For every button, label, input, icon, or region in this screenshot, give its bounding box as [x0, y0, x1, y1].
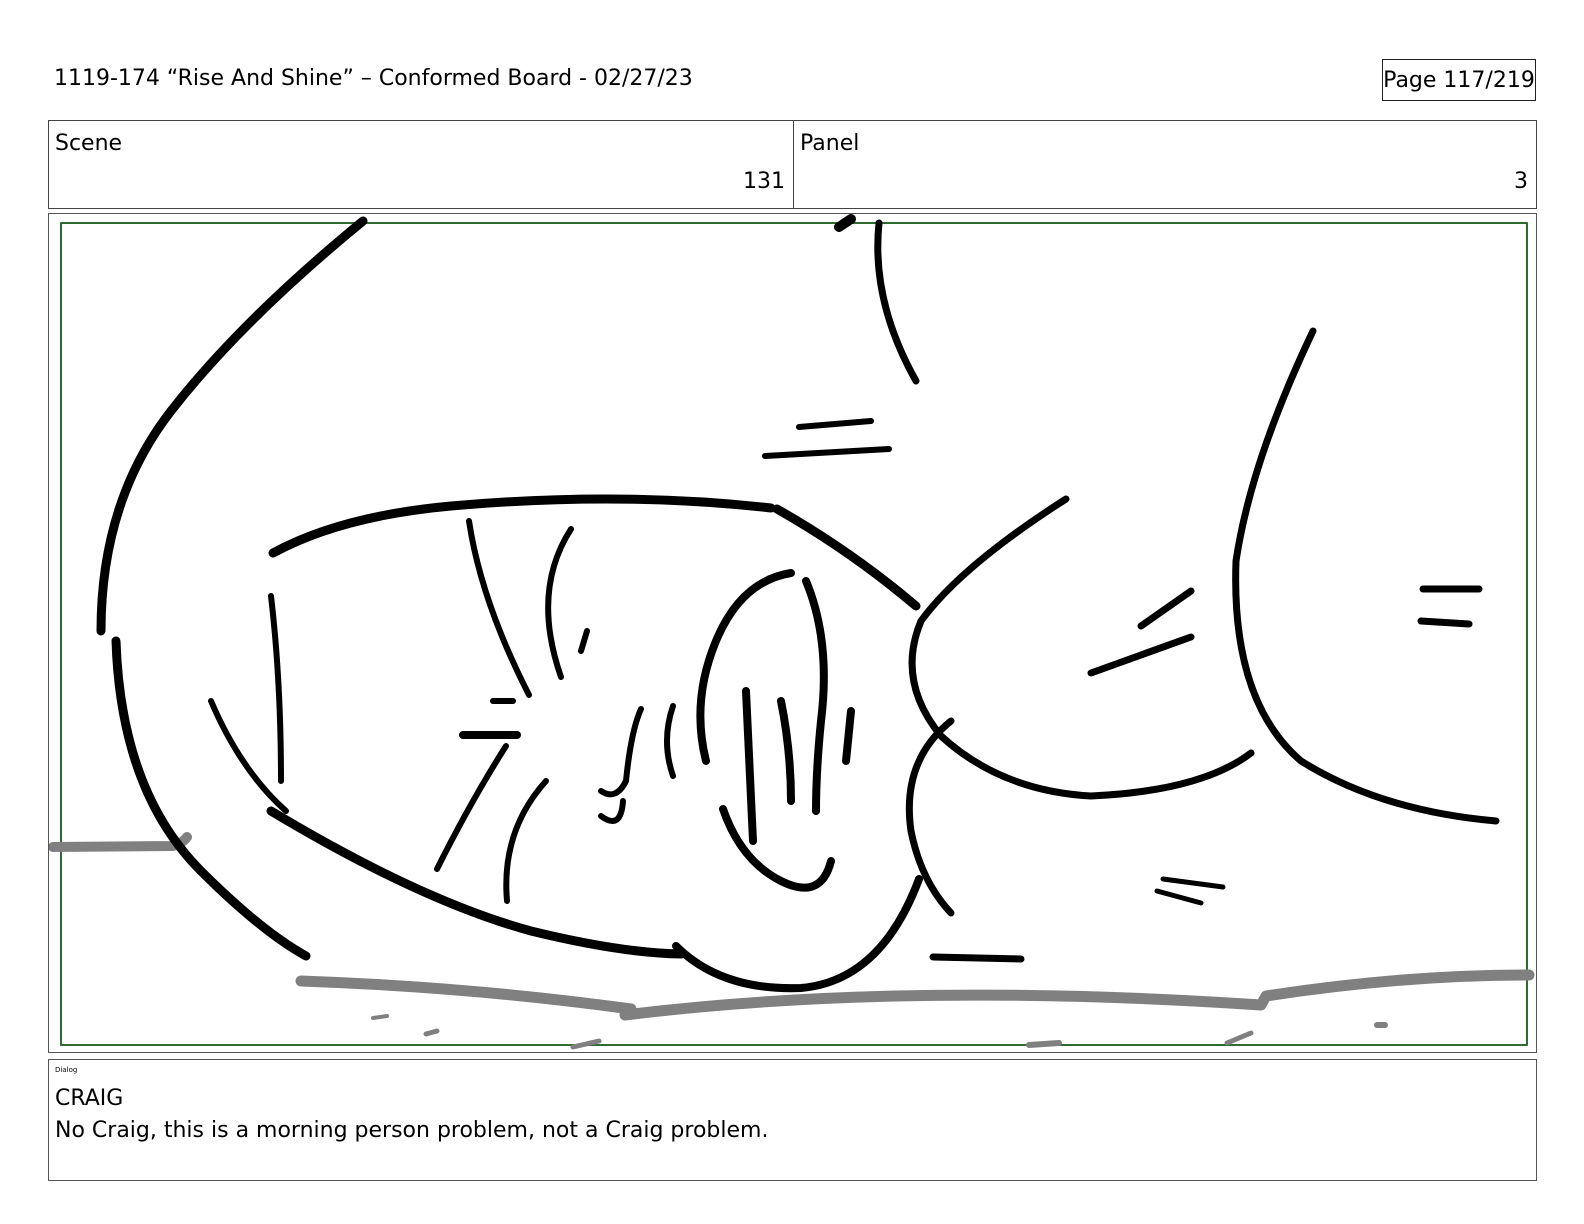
- scene-cell: Scene 131: [49, 121, 794, 208]
- storyboard-drawing: [49, 214, 1535, 1050]
- eye-lines: [208, 518, 676, 904]
- ear-lines: [874, 219, 1500, 825]
- eyelid-lines: [268, 494, 921, 611]
- nose-lines: [905, 495, 1255, 917]
- dialog-section-label: Dialog: [55, 1066, 78, 1074]
- dialog-line: No Craig, this is a morning person probl…: [55, 1118, 769, 1143]
- mouth-lines: [672, 569, 923, 993]
- brow-strokes: [762, 418, 892, 459]
- scene-panel-table: Scene 131 Panel 3: [48, 120, 1537, 209]
- scene-number: 131: [743, 169, 785, 194]
- panel-number: 3: [1514, 169, 1528, 194]
- dialog-speaker: CRAIG: [55, 1086, 124, 1111]
- chin-line: [929, 953, 1025, 963]
- panel-label: Panel: [800, 131, 860, 156]
- board-title: 1119-174 “Rise And Shine” – Conformed Bo…: [54, 66, 693, 91]
- panel-cell: Panel 3: [794, 121, 1536, 208]
- page-counter: Page 117/219: [1382, 59, 1536, 101]
- storyboard-frame: [48, 213, 1537, 1053]
- pillow-lines: [49, 832, 1535, 1050]
- dialog-box: Dialog CRAIG No Craig, this is a morning…: [48, 1059, 1537, 1181]
- scene-label: Scene: [55, 131, 123, 156]
